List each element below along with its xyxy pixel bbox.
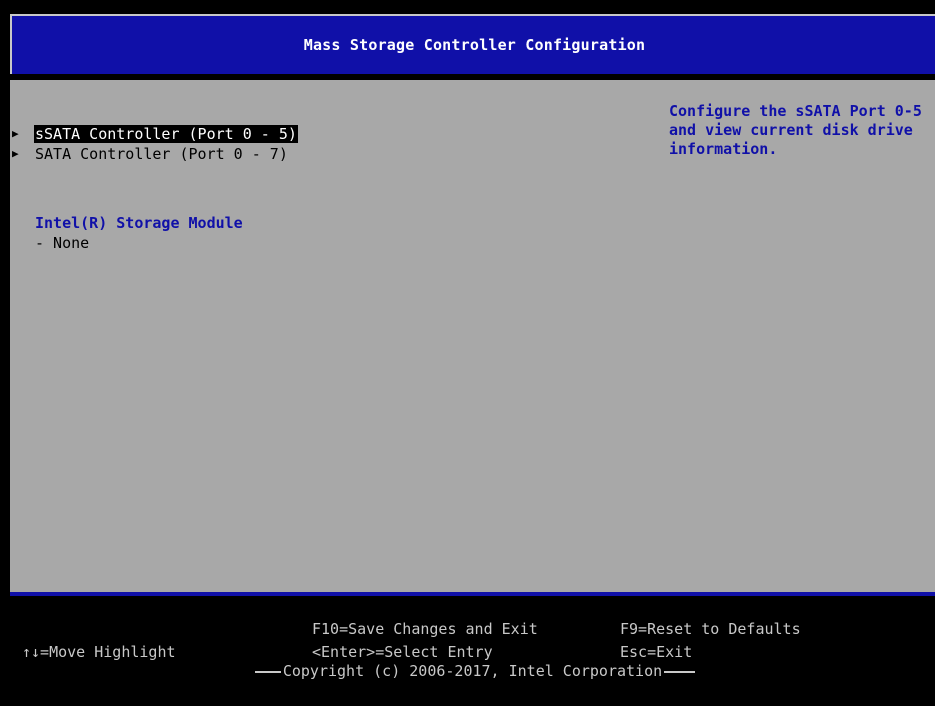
page-title: Mass Storage Controller Configuration	[303, 36, 646, 54]
copyright-label: Copyright (c) 2006-2017, Intel Corporati…	[280, 662, 665, 680]
move-highlight-hint: ↑↓=Move Highlight	[22, 643, 176, 661]
main-panel: ▶ sSATA Controller (Port 0 - 5) ▶ SATA C…	[10, 80, 935, 592]
enter-select-hint: <Enter>=Select Entry	[312, 643, 493, 661]
help-line: information.	[669, 140, 778, 158]
help-line: Configure the sSATA Port 0-5	[669, 102, 922, 120]
copyright-row: Copyright (c) 2006-2017, Intel Corporati…	[10, 662, 935, 682]
f9-reset-hint: F9=Reset to Defaults	[620, 620, 801, 638]
storage-module-heading: Intel(R) Storage Module	[35, 214, 243, 232]
bios-screen: Mass Storage Controller Configuration ▶ …	[0, 0, 935, 706]
storage-module-value: - None	[35, 234, 90, 252]
menu-item-label: sSATA Controller (Port 0 - 5)	[34, 125, 298, 143]
f10-save-hint: F10=Save Changes and Exit	[312, 620, 538, 638]
submenu-arrow-icon: ▶	[12, 127, 19, 140]
header-panel: Mass Storage Controller Configuration	[10, 14, 935, 74]
esc-exit-hint: Esc=Exit	[620, 643, 693, 661]
menu-item-label: SATA Controller (Port 0 - 7)	[35, 145, 288, 163]
help-line: and view current disk drive	[669, 121, 913, 139]
help-text: Configure the sSATA Port 0-5 and view cu…	[669, 102, 935, 159]
submenu-arrow-icon: ▶	[12, 147, 19, 160]
copyright-text: Copyright (c) 2006-2017, Intel Corporati…	[10, 662, 935, 680]
header-bar: Mass Storage Controller Configuration	[0, 8, 935, 80]
footer-bar: F10=Save Changes and Exit F9=Reset to De…	[10, 596, 935, 682]
